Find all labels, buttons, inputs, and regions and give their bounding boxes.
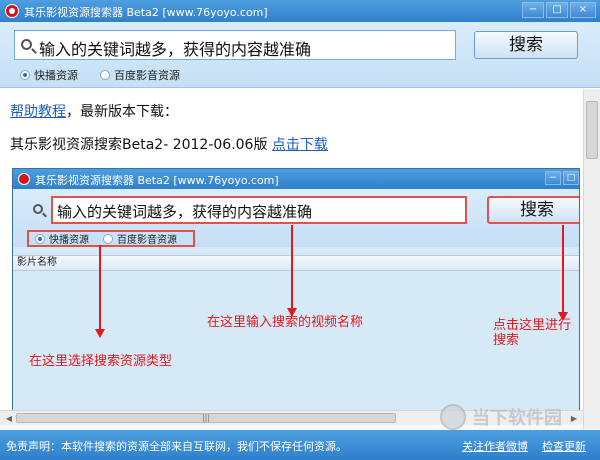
search-icon xyxy=(21,39,32,50)
title-bar: 其乐影视资源搜索器 Beta2 [www.76yoyo.com] − □ × xyxy=(0,0,600,22)
check-update-link[interactable]: 检查更新 xyxy=(542,438,586,454)
help-tutorial-link[interactable]: 帮助教程 xyxy=(10,104,66,120)
scroll-left-icon[interactable]: ◀ xyxy=(3,413,15,424)
status-links: 关注作者微博 检查更新 xyxy=(462,438,586,454)
source-kuaibo-radio[interactable]: 快播资源 xyxy=(20,67,78,83)
help-suffix: ，最新版本下载： xyxy=(66,104,178,120)
source-label: 百度影音资源 xyxy=(114,69,180,82)
vertical-scroll-thumb[interactable] xyxy=(586,101,598,159)
button-annotation-line2: 搜索 xyxy=(493,333,520,348)
inner-search-placeholder: 输入的关键词越多，获得的内容越准确 xyxy=(57,203,313,221)
watermark-logo-icon xyxy=(440,404,466,430)
radio-unselected-icon xyxy=(103,233,113,244)
version-text: 其乐影视资源搜索Beta2- 2012-06.06版 xyxy=(10,137,268,153)
inner-window-title: 其乐影视资源搜索器 Beta2 [www.76yoyo.com] xyxy=(35,174,279,187)
inner-source-selector: 快播资源 百度影音资源 xyxy=(27,230,195,247)
tutorial-screenshot: 其乐影视资源搜索器 Beta2 [www.76yoyo.com] − □ 输入的… xyxy=(12,168,580,418)
radio-selected-icon xyxy=(20,70,30,80)
disclaimer-text: 免责声明：本软件搜索的资源全部来自互联网，我们不保存任何资源。 xyxy=(6,440,347,453)
inner-search-button: 搜索 xyxy=(487,196,579,224)
source-arrow-head xyxy=(95,329,105,338)
input-annotation: 在这里输入搜索的视频名称 xyxy=(207,315,364,330)
input-arrow-line xyxy=(291,225,293,309)
inner-minimize-icon: − xyxy=(545,171,561,185)
source-arrow-line xyxy=(99,245,101,331)
source-label: 快播资源 xyxy=(34,69,78,82)
inner-search-area: 输入的关键词越多，获得的内容越准确 搜索 快播资源 百度影音资源 xyxy=(13,189,579,247)
follow-author-link[interactable]: 关注作者微博 xyxy=(462,438,528,454)
inner-maximize-icon: □ xyxy=(563,171,579,185)
main-content: 帮助教程，最新版本下载： 其乐影视资源搜索Beta2- 2012-06.06版 … xyxy=(0,89,600,429)
radio-unselected-icon xyxy=(100,70,110,80)
close-button[interactable]: × xyxy=(570,2,596,18)
radio-selected-icon xyxy=(35,233,45,244)
help-line: 帮助教程，最新版本下载： xyxy=(10,101,178,121)
inner-source-label: 百度影音资源 xyxy=(117,235,177,246)
source-baidu-radio[interactable]: 百度影音资源 xyxy=(100,67,180,83)
inner-search-icon xyxy=(33,204,43,214)
inner-app-logo-icon xyxy=(18,173,30,185)
search-input[interactable]: 输入的关键词越多，获得的内容越准确 xyxy=(14,30,456,60)
status-bar: 免责声明：本软件搜索的资源全部来自互联网，我们不保存任何资源。 关注作者微博 检… xyxy=(0,430,600,460)
source-annotation: 在这里选择搜索资源类型 xyxy=(29,354,173,369)
version-line: 其乐影视资源搜索Beta2- 2012-06.06版 点击下载 xyxy=(10,134,328,154)
watermark: 当下软件园 xyxy=(440,404,592,430)
search-area: 输入的关键词越多，获得的内容越准确 搜索 快播资源 百度影音资源 xyxy=(0,22,600,88)
window-title: 其乐影视资源搜索器 Beta2 [www.76yoyo.com] xyxy=(24,6,268,19)
inner-source-label: 快播资源 xyxy=(49,235,89,246)
search-placeholder: 输入的关键词越多，获得的内容越准确 xyxy=(39,40,312,59)
inner-source-kuaibo: 快播资源 xyxy=(35,231,89,246)
minimize-button[interactable]: − xyxy=(522,2,544,18)
source-selector: 快播资源 百度影音资源 xyxy=(20,67,180,83)
horizontal-scroll-thumb[interactable]: ||| xyxy=(16,413,396,423)
maximize-button[interactable]: □ xyxy=(546,2,568,18)
download-link[interactable]: 点击下载 xyxy=(272,137,328,153)
vertical-scrollbar[interactable] xyxy=(583,89,600,429)
inner-source-baidu: 百度影音资源 xyxy=(103,231,177,246)
search-button[interactable]: 搜索 xyxy=(474,31,578,59)
watermark-text: 当下软件园 xyxy=(472,408,562,429)
app-logo-icon xyxy=(5,4,19,18)
inner-title-bar: 其乐影视资源搜索器 Beta2 [www.76yoyo.com] − □ xyxy=(13,169,579,189)
window-controls: − □ × xyxy=(522,2,596,18)
button-arrow-line xyxy=(562,225,564,313)
inner-window-controls: − □ xyxy=(545,171,579,185)
inner-search-input: 输入的关键词越多，获得的内容越准确 xyxy=(51,196,467,224)
